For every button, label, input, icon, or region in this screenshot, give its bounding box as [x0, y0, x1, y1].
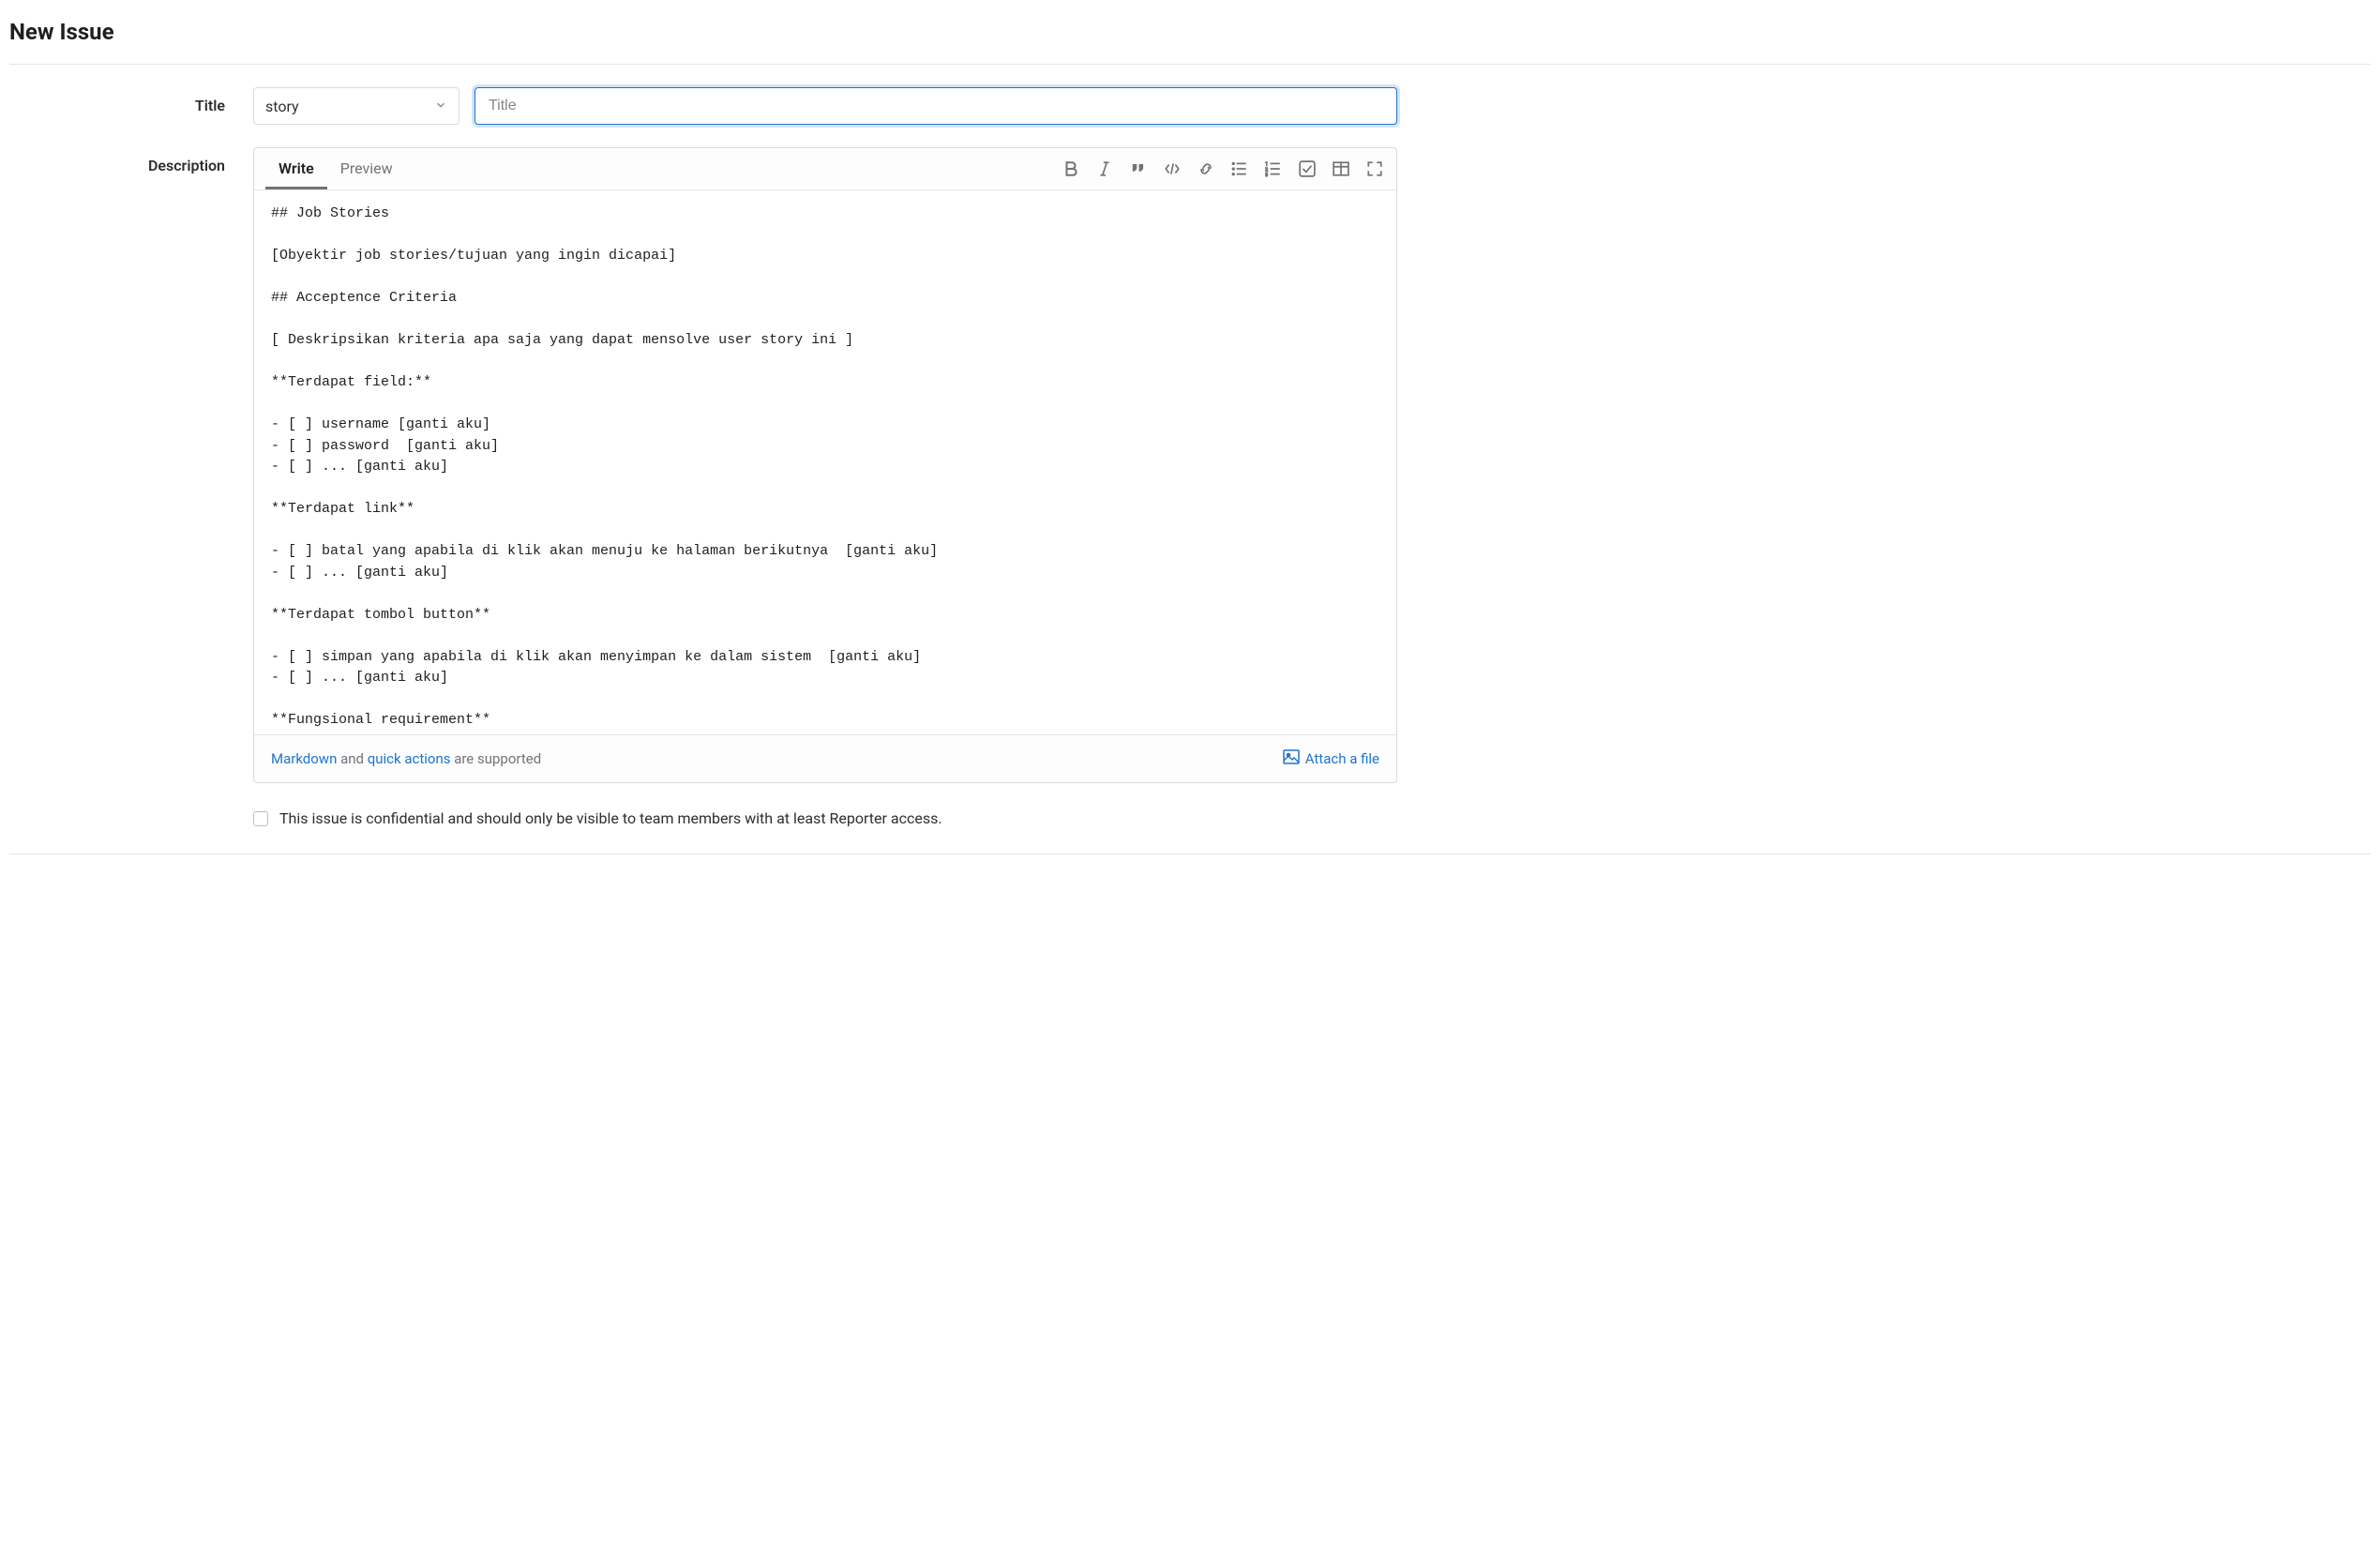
divider — [9, 853, 2371, 854]
bullet-list-icon[interactable] — [1229, 159, 1250, 179]
template-selected-value: story — [265, 98, 299, 115]
fullscreen-icon[interactable] — [1364, 159, 1385, 179]
svg-text:3: 3 — [1265, 173, 1268, 177]
confidential-row: This issue is confidential and should on… — [9, 783, 2371, 853]
description-editor: Write Preview 123 ## Job Stories [Obyekt — [253, 147, 1397, 783]
table-icon[interactable] — [1331, 159, 1351, 179]
quick-actions-link[interactable]: quick actions — [368, 750, 451, 767]
numbered-list-icon[interactable]: 123 — [1263, 159, 1284, 179]
description-row: Description Write Preview 123 — [9, 125, 2371, 783]
italic-icon[interactable] — [1094, 159, 1115, 179]
task-list-icon[interactable] — [1297, 159, 1318, 179]
editor-toolbar: 123 — [1061, 159, 1385, 179]
description-textarea[interactable]: ## Job Stories [Obyektir job stories/tuj… — [254, 190, 1396, 734]
link-icon[interactable] — [1196, 159, 1216, 179]
bold-icon[interactable] — [1061, 159, 1081, 179]
code-icon[interactable] — [1162, 159, 1182, 179]
title-input[interactable] — [474, 87, 1397, 125]
tab-write[interactable]: Write — [265, 148, 327, 189]
confidential-label: This issue is confidential and should on… — [279, 809, 942, 827]
markdown-help-text: Markdown and quick actions are supported — [271, 750, 541, 767]
template-select[interactable]: story — [253, 87, 459, 125]
attach-file-label: Attach a file — [1305, 750, 1379, 767]
attach-file-button[interactable]: Attach a file — [1283, 748, 1379, 769]
page-title: New Issue — [9, 9, 2371, 64]
description-label: Description — [9, 147, 253, 174]
image-icon — [1283, 748, 1300, 769]
confidential-checkbox[interactable] — [253, 811, 268, 826]
chevron-down-icon — [434, 98, 447, 115]
tab-preview[interactable]: Preview — [327, 148, 406, 189]
markdown-link[interactable]: Markdown — [271, 750, 337, 767]
quote-icon[interactable] — [1128, 159, 1149, 179]
title-label: Title — [9, 87, 253, 114]
title-row: Title story — [9, 65, 2371, 125]
